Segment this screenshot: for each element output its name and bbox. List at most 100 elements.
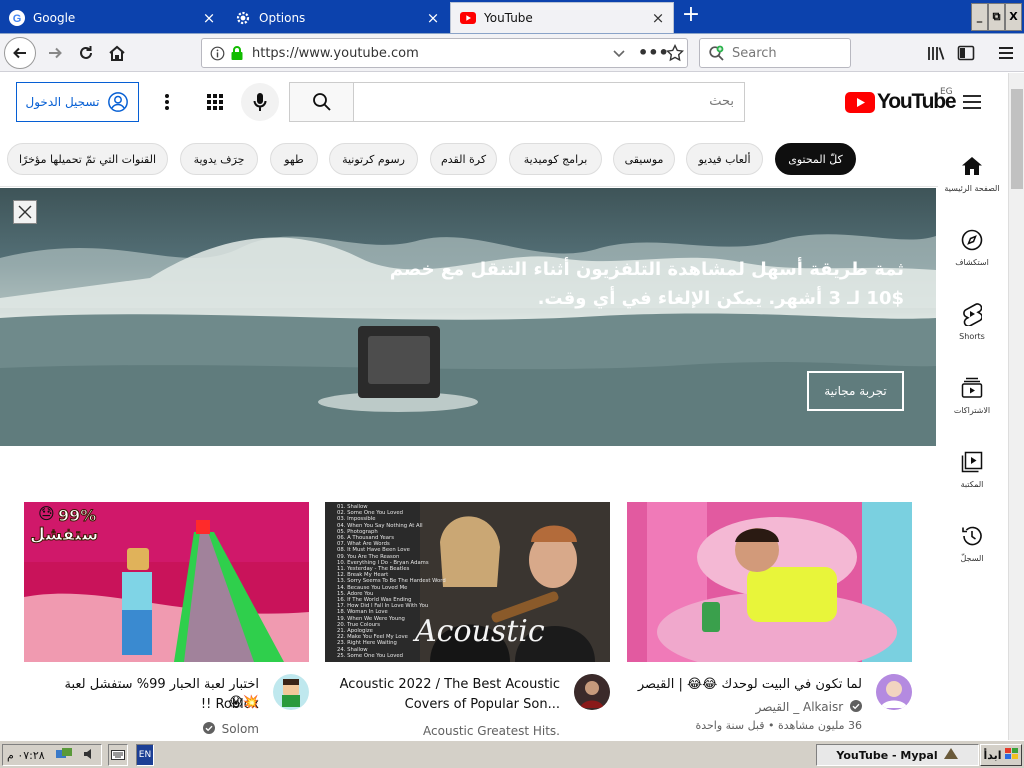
video-thumbnail[interactable]: 99% ستفشل 😓 (24, 502, 309, 662)
os-taskbar: ٠٧:٢٨ م EN YouTube - Mypal ابدأ (0, 740, 1024, 768)
close-tab-icon[interactable]: × (200, 9, 218, 27)
tab-youtube[interactable]: YouTube × (450, 2, 674, 33)
app-menu-button[interactable] (991, 38, 1021, 68)
television-image (358, 326, 440, 398)
guide-menu-button[interactable] (955, 85, 989, 119)
chevron-down-icon[interactable] (612, 47, 626, 62)
url-text[interactable]: https://www.youtube.com (252, 46, 419, 61)
tab-title: Options (259, 10, 306, 25)
search-input[interactable]: بحث (709, 94, 734, 109)
forward-button[interactable] (40, 38, 70, 68)
apps-button[interactable] (198, 85, 232, 119)
language-indicator[interactable]: EN (136, 744, 154, 766)
start-button[interactable]: ابدأ (980, 744, 1022, 766)
free-trial-button[interactable]: تجربة مجانية (807, 371, 904, 411)
page-scrollbar[interactable] (1008, 73, 1024, 740)
reload-button[interactable] (71, 38, 101, 68)
browser-search-box[interactable]: Search (699, 38, 851, 68)
account-icon (108, 92, 129, 112)
thumbnail-fail-text: ستفشل (29, 525, 99, 546)
tab-google[interactable]: G Google × (0, 2, 224, 33)
thumbnail-percent: 99% (57, 506, 97, 526)
sidebar-icon (957, 45, 975, 61)
network-icon[interactable] (55, 747, 73, 764)
browser-search-placeholder: Search (732, 46, 777, 61)
rail-item-history[interactable]: السجلّ (938, 516, 1006, 576)
guide-rail: الصفحة الرئيسية استكشاف Shorts الاشتراكا… (938, 131, 1008, 740)
video-title[interactable]: لما تكون في البيت لوحدك 😂😂 | القيصر (632, 675, 862, 695)
close-tab-icon[interactable]: × (649, 9, 667, 27)
rail-item-subscriptions[interactable]: الاشتراكات (938, 368, 1006, 428)
chip-recently-uploaded[interactable]: القنوات التي تمّ تحميلها مؤخرًا (7, 143, 168, 175)
clock[interactable]: ٠٧:٢٨ م (7, 749, 45, 762)
video-title[interactable]: Acoustic 2022 / The Best Acoustic Covers… (330, 675, 560, 715)
volume-icon[interactable] (83, 747, 97, 764)
page-actions-icon[interactable]: ••• (638, 43, 669, 62)
library-icon (928, 47, 945, 60)
search-icon (312, 93, 331, 111)
tab-options[interactable]: Options × (226, 2, 448, 33)
new-tab-button[interactable]: + (680, 4, 702, 27)
channel-name[interactable]: Solom (222, 722, 259, 736)
channel-avatar[interactable] (876, 674, 912, 710)
home-button[interactable] (102, 38, 132, 68)
library-button[interactable] (921, 38, 951, 68)
close-tab-icon[interactable]: × (424, 9, 442, 27)
scrollbar-thumb[interactable] (1011, 89, 1023, 189)
channel-avatar[interactable] (273, 674, 309, 710)
chip-comedy[interactable]: برامج كوميدية (509, 143, 602, 175)
signin-button[interactable]: تسجيل الدخول (16, 82, 139, 122)
chip-crafts[interactable]: حِرَف يدوية (180, 143, 258, 175)
rail-label: استكشاف (955, 258, 989, 267)
rail-item-home[interactable]: الصفحة الرئيسية (938, 146, 1006, 206)
close-window-button[interactable]: X (1005, 3, 1022, 31)
chip-video-games[interactable]: ألعاب فيديو (686, 143, 763, 175)
lock-icon (230, 45, 244, 64)
chip-cartoons[interactable]: رسوم كرتونية (329, 143, 418, 175)
voice-search-button[interactable] (241, 83, 279, 121)
chip-all[interactable]: كلّ المحتوى (775, 143, 856, 175)
home-icon (109, 45, 125, 61)
google-icon: G (9, 9, 25, 26)
youtube-header: تسجيل الدخول بحث YouTube EG (0, 73, 1008, 131)
minimize-button[interactable]: _ (971, 3, 988, 31)
banner-close-button[interactable] (13, 200, 37, 224)
emoji-icon: 😱💥 (229, 695, 259, 710)
url-bar[interactable]: https://www.youtube.com ••• (201, 38, 688, 68)
svg-text:G: G (13, 13, 22, 25)
rail-item-shorts[interactable]: Shorts (938, 294, 1006, 354)
arrow-right-icon (49, 47, 62, 59)
taskbar-window-button[interactable]: YouTube - Mypal (816, 744, 979, 766)
channel-name[interactable]: Acoustic Greatest Hits. (423, 724, 560, 738)
chip-music[interactable]: موسيقى (613, 143, 675, 175)
rail-label: الاشتراكات (953, 406, 991, 415)
video-thumbnail[interactable] (627, 502, 912, 662)
library-icon (960, 450, 984, 474)
youtube-page: تسجيل الدخول بحث YouTube EG كلّ المحتوى … (0, 73, 1024, 740)
banner-headline: ثمة طريقة أسهل لمشاهدة التلفزيون أثناء ا… (389, 259, 904, 280)
sidebar-toggle-button[interactable] (951, 38, 981, 68)
video-thumbnail[interactable]: 01. Shallow 02. Some One You Loved 03. Imp… (325, 502, 610, 662)
restore-button[interactable]: ⧉ (988, 3, 1005, 31)
playlist-line: 13. Sorry Seems To Be The Hardest Word (337, 578, 446, 585)
rail-item-library[interactable]: المكتبة (938, 442, 1006, 502)
video-metadata: 36 مليون مشاهدة • قبل سنة واحدة (695, 719, 862, 732)
system-tray: ٠٧:٢٨ م (2, 744, 102, 766)
video-title[interactable]: اختبار لعبة الحبار 99% ستفشل لعبة Roblox… (29, 675, 259, 715)
keyboard-icon[interactable] (108, 744, 128, 766)
search-button[interactable] (290, 83, 354, 121)
channel-name-row[interactable]: Solom (202, 722, 259, 736)
info-icon[interactable] (210, 46, 225, 64)
chip-cooking[interactable]: طهو (270, 143, 318, 175)
channel-avatar[interactable] (574, 674, 610, 710)
bookmark-star-icon[interactable] (665, 43, 685, 65)
back-button[interactable] (4, 37, 36, 69)
view-count: 36 مليون مشاهدة (777, 719, 862, 732)
channel-name-row[interactable]: القيصر _ Alkaisr (756, 700, 862, 714)
rail-item-explore[interactable]: استكشاف (938, 220, 1006, 280)
youtube-logo[interactable]: YouTube (845, 90, 957, 114)
chip-football[interactable]: كرة القدم (430, 143, 497, 175)
settings-more-button[interactable] (150, 85, 184, 119)
channel-name[interactable]: القيصر _ Alkaisr (756, 700, 844, 714)
upload-age: قبل سنة واحدة (695, 719, 765, 732)
